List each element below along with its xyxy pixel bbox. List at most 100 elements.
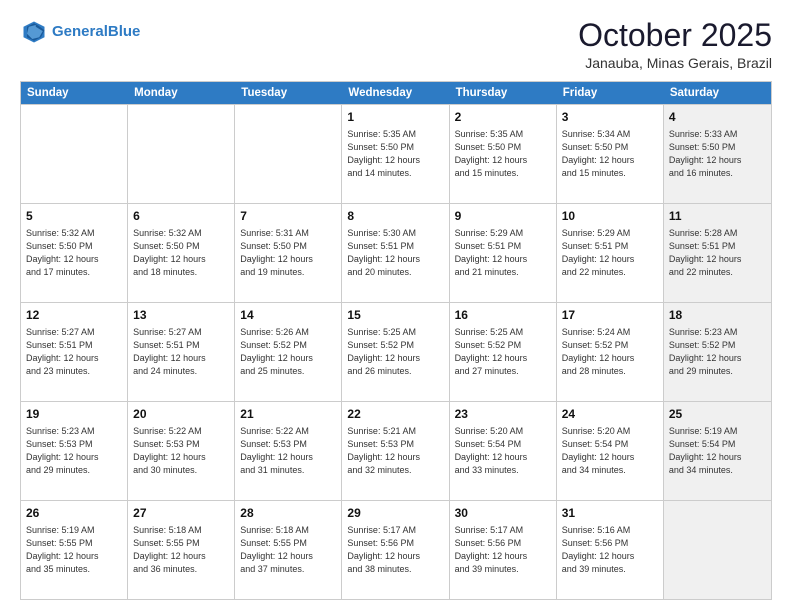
day-number-7: 7 (240, 208, 336, 225)
day-number-14: 14 (240, 307, 336, 324)
day-cell-27: 27Sunrise: 5:18 AM Sunset: 5:55 PM Dayli… (128, 501, 235, 599)
day-cell-18: 18 Sunrise: 5:23 AM Sunset: 5:52 PM Dayli… (664, 303, 771, 401)
day-number-9: 9 (455, 208, 551, 225)
day-cell-14: 14 Sunrise: 5:26 AM Sunset: 5:52 PM Dayli… (235, 303, 342, 401)
day-number-2: 2 (455, 109, 551, 126)
day-number-29: 29 (347, 505, 443, 522)
day-cell-6: 6 Sunrise: 5:32 AM Sunset: 5:50 PM Daylig… (128, 204, 235, 302)
day-cell-16: 16 Sunrise: 5:25 AM Sunset: 5:52 PM Dayli… (450, 303, 557, 401)
day-info-18: Sunrise: 5:23 AM Sunset: 5:52 PM Dayligh… (669, 326, 766, 378)
day-number-5: 5 (26, 208, 122, 225)
empty-cell-0-1 (128, 105, 235, 203)
logo-line2: Blue (108, 23, 141, 40)
location: Janauba, Minas Gerais, Brazil (578, 55, 772, 71)
day-cell-4: 4 Sunrise: 5:33 AM Sunset: 5:50 PM Daylig… (664, 105, 771, 203)
day-number-28: 28 (240, 505, 336, 522)
logo-line1: General (52, 23, 108, 40)
day-number-6: 6 (133, 208, 229, 225)
day-info-30: Sunrise: 5:17 AM Sunset: 5:56 PM Dayligh… (455, 524, 551, 576)
day-number-24: 24 (562, 406, 658, 423)
day-cell-10: 10Sunrise: 5:29 AM Sunset: 5:51 PM Dayli… (557, 204, 664, 302)
empty-cell-4-6 (664, 501, 771, 599)
weekday-header-wednesday: Wednesday (342, 82, 449, 104)
day-info-15: Sunrise: 5:25 AM Sunset: 5:52 PM Dayligh… (347, 326, 443, 378)
day-number-18: 18 (669, 307, 766, 324)
day-number-26: 26 (26, 505, 122, 522)
day-number-1: 1 (347, 109, 443, 126)
day-info-10: Sunrise: 5:29 AM Sunset: 5:51 PM Dayligh… (562, 227, 658, 279)
calendar-row-2: 12 Sunrise: 5:27 AM Sunset: 5:51 PM Dayli… (21, 302, 771, 401)
day-cell-20: 20 Sunrise: 5:22 AM Sunset: 5:53 PM Dayli… (128, 402, 235, 500)
day-cell-22: 22 Sunrise: 5:21 AM Sunset: 5:53 PM Dayli… (342, 402, 449, 500)
weekday-header-sunday: Sunday (21, 82, 128, 104)
day-number-22: 22 (347, 406, 443, 423)
day-number-20: 20 (133, 406, 229, 423)
calendar-body: 1Sunrise: 5:35 AM Sunset: 5:50 PM Daylig… (21, 104, 771, 599)
day-info-9: Sunrise: 5:29 AM Sunset: 5:51 PM Dayligh… (455, 227, 551, 279)
day-cell-8: 8 Sunrise: 5:30 AM Sunset: 5:51 PM Daylig… (342, 204, 449, 302)
day-info-14: Sunrise: 5:26 AM Sunset: 5:52 PM Dayligh… (240, 326, 336, 378)
day-cell-11: 11 Sunrise: 5:28 AM Sunset: 5:51 PM Dayli… (664, 204, 771, 302)
day-number-12: 12 (26, 307, 122, 324)
day-cell-29: 29Sunrise: 5:17 AM Sunset: 5:56 PM Dayli… (342, 501, 449, 599)
day-info-4: Sunrise: 5:33 AM Sunset: 5:50 PM Dayligh… (669, 128, 766, 180)
weekday-header-thursday: Thursday (450, 82, 557, 104)
day-number-15: 15 (347, 307, 443, 324)
day-cell-12: 12Sunrise: 5:27 AM Sunset: 5:51 PM Dayli… (21, 303, 128, 401)
weekday-header-monday: Monday (128, 82, 235, 104)
day-info-16: Sunrise: 5:25 AM Sunset: 5:52 PM Dayligh… (455, 326, 551, 378)
day-info-7: Sunrise: 5:31 AM Sunset: 5:50 PM Dayligh… (240, 227, 336, 279)
day-cell-7: 7 Sunrise: 5:31 AM Sunset: 5:50 PM Daylig… (235, 204, 342, 302)
day-number-27: 27 (133, 505, 229, 522)
day-number-30: 30 (455, 505, 551, 522)
month-title: October 2025 (578, 18, 772, 53)
day-cell-2: 2Sunrise: 5:35 AM Sunset: 5:50 PM Daylig… (450, 105, 557, 203)
empty-cell-0-2 (235, 105, 342, 203)
day-number-23: 23 (455, 406, 551, 423)
day-info-6: Sunrise: 5:32 AM Sunset: 5:50 PM Dayligh… (133, 227, 229, 279)
day-number-13: 13 (133, 307, 229, 324)
day-info-11: Sunrise: 5:28 AM Sunset: 5:51 PM Dayligh… (669, 227, 766, 279)
day-number-4: 4 (669, 109, 766, 126)
day-cell-26: 26 Sunrise: 5:19 AM Sunset: 5:55 PM Dayli… (21, 501, 128, 599)
day-info-17: Sunrise: 5:24 AM Sunset: 5:52 PM Dayligh… (562, 326, 658, 378)
day-number-11: 11 (669, 208, 766, 225)
day-info-8: Sunrise: 5:30 AM Sunset: 5:51 PM Dayligh… (347, 227, 443, 279)
weekday-header-saturday: Saturday (664, 82, 771, 104)
page: GeneralBlue October 2025 Janauba, Minas … (0, 0, 792, 612)
calendar-row-4: 26 Sunrise: 5:19 AM Sunset: 5:55 PM Dayli… (21, 500, 771, 599)
day-number-19: 19 (26, 406, 122, 423)
day-info-31: Sunrise: 5:16 AM Sunset: 5:56 PM Dayligh… (562, 524, 658, 576)
day-cell-9: 9 Sunrise: 5:29 AM Sunset: 5:51 PM Daylig… (450, 204, 557, 302)
day-info-24: Sunrise: 5:20 AM Sunset: 5:54 PM Dayligh… (562, 425, 658, 477)
day-info-22: Sunrise: 5:21 AM Sunset: 5:53 PM Dayligh… (347, 425, 443, 477)
day-info-28: Sunrise: 5:18 AM Sunset: 5:55 PM Dayligh… (240, 524, 336, 576)
day-cell-31: 31Sunrise: 5:16 AM Sunset: 5:56 PM Dayli… (557, 501, 664, 599)
day-info-19: Sunrise: 5:23 AM Sunset: 5:53 PM Dayligh… (26, 425, 122, 477)
day-info-3: Sunrise: 5:34 AM Sunset: 5:50 PM Dayligh… (562, 128, 658, 180)
day-info-20: Sunrise: 5:22 AM Sunset: 5:53 PM Dayligh… (133, 425, 229, 477)
day-cell-28: 28 Sunrise: 5:18 AM Sunset: 5:55 PM Dayli… (235, 501, 342, 599)
day-cell-19: 19 Sunrise: 5:23 AM Sunset: 5:53 PM Dayli… (21, 402, 128, 500)
day-cell-24: 24 Sunrise: 5:20 AM Sunset: 5:54 PM Dayli… (557, 402, 664, 500)
day-number-16: 16 (455, 307, 551, 324)
calendar: SundayMondayTuesdayWednesdayThursdayFrid… (20, 81, 772, 600)
day-cell-23: 23 Sunrise: 5:20 AM Sunset: 5:54 PM Dayli… (450, 402, 557, 500)
calendar-row-1: 5 Sunrise: 5:32 AM Sunset: 5:50 PM Daylig… (21, 203, 771, 302)
calendar-row-0: 1Sunrise: 5:35 AM Sunset: 5:50 PM Daylig… (21, 104, 771, 203)
calendar-header: SundayMondayTuesdayWednesdayThursdayFrid… (21, 82, 771, 104)
day-cell-5: 5Sunrise: 5:32 AM Sunset: 5:50 PM Daylig… (21, 204, 128, 302)
day-info-23: Sunrise: 5:20 AM Sunset: 5:54 PM Dayligh… (455, 425, 551, 477)
empty-cell-0-0 (21, 105, 128, 203)
day-number-8: 8 (347, 208, 443, 225)
day-cell-21: 21Sunrise: 5:22 AM Sunset: 5:53 PM Dayli… (235, 402, 342, 500)
header: GeneralBlue October 2025 Janauba, Minas … (20, 18, 772, 71)
day-info-26: Sunrise: 5:19 AM Sunset: 5:55 PM Dayligh… (26, 524, 122, 576)
logo: GeneralBlue (20, 18, 140, 46)
day-number-25: 25 (669, 406, 766, 423)
day-info-21: Sunrise: 5:22 AM Sunset: 5:53 PM Dayligh… (240, 425, 336, 477)
day-info-13: Sunrise: 5:27 AM Sunset: 5:51 PM Dayligh… (133, 326, 229, 378)
day-number-17: 17 (562, 307, 658, 324)
calendar-row-3: 19 Sunrise: 5:23 AM Sunset: 5:53 PM Dayli… (21, 401, 771, 500)
weekday-header-tuesday: Tuesday (235, 82, 342, 104)
